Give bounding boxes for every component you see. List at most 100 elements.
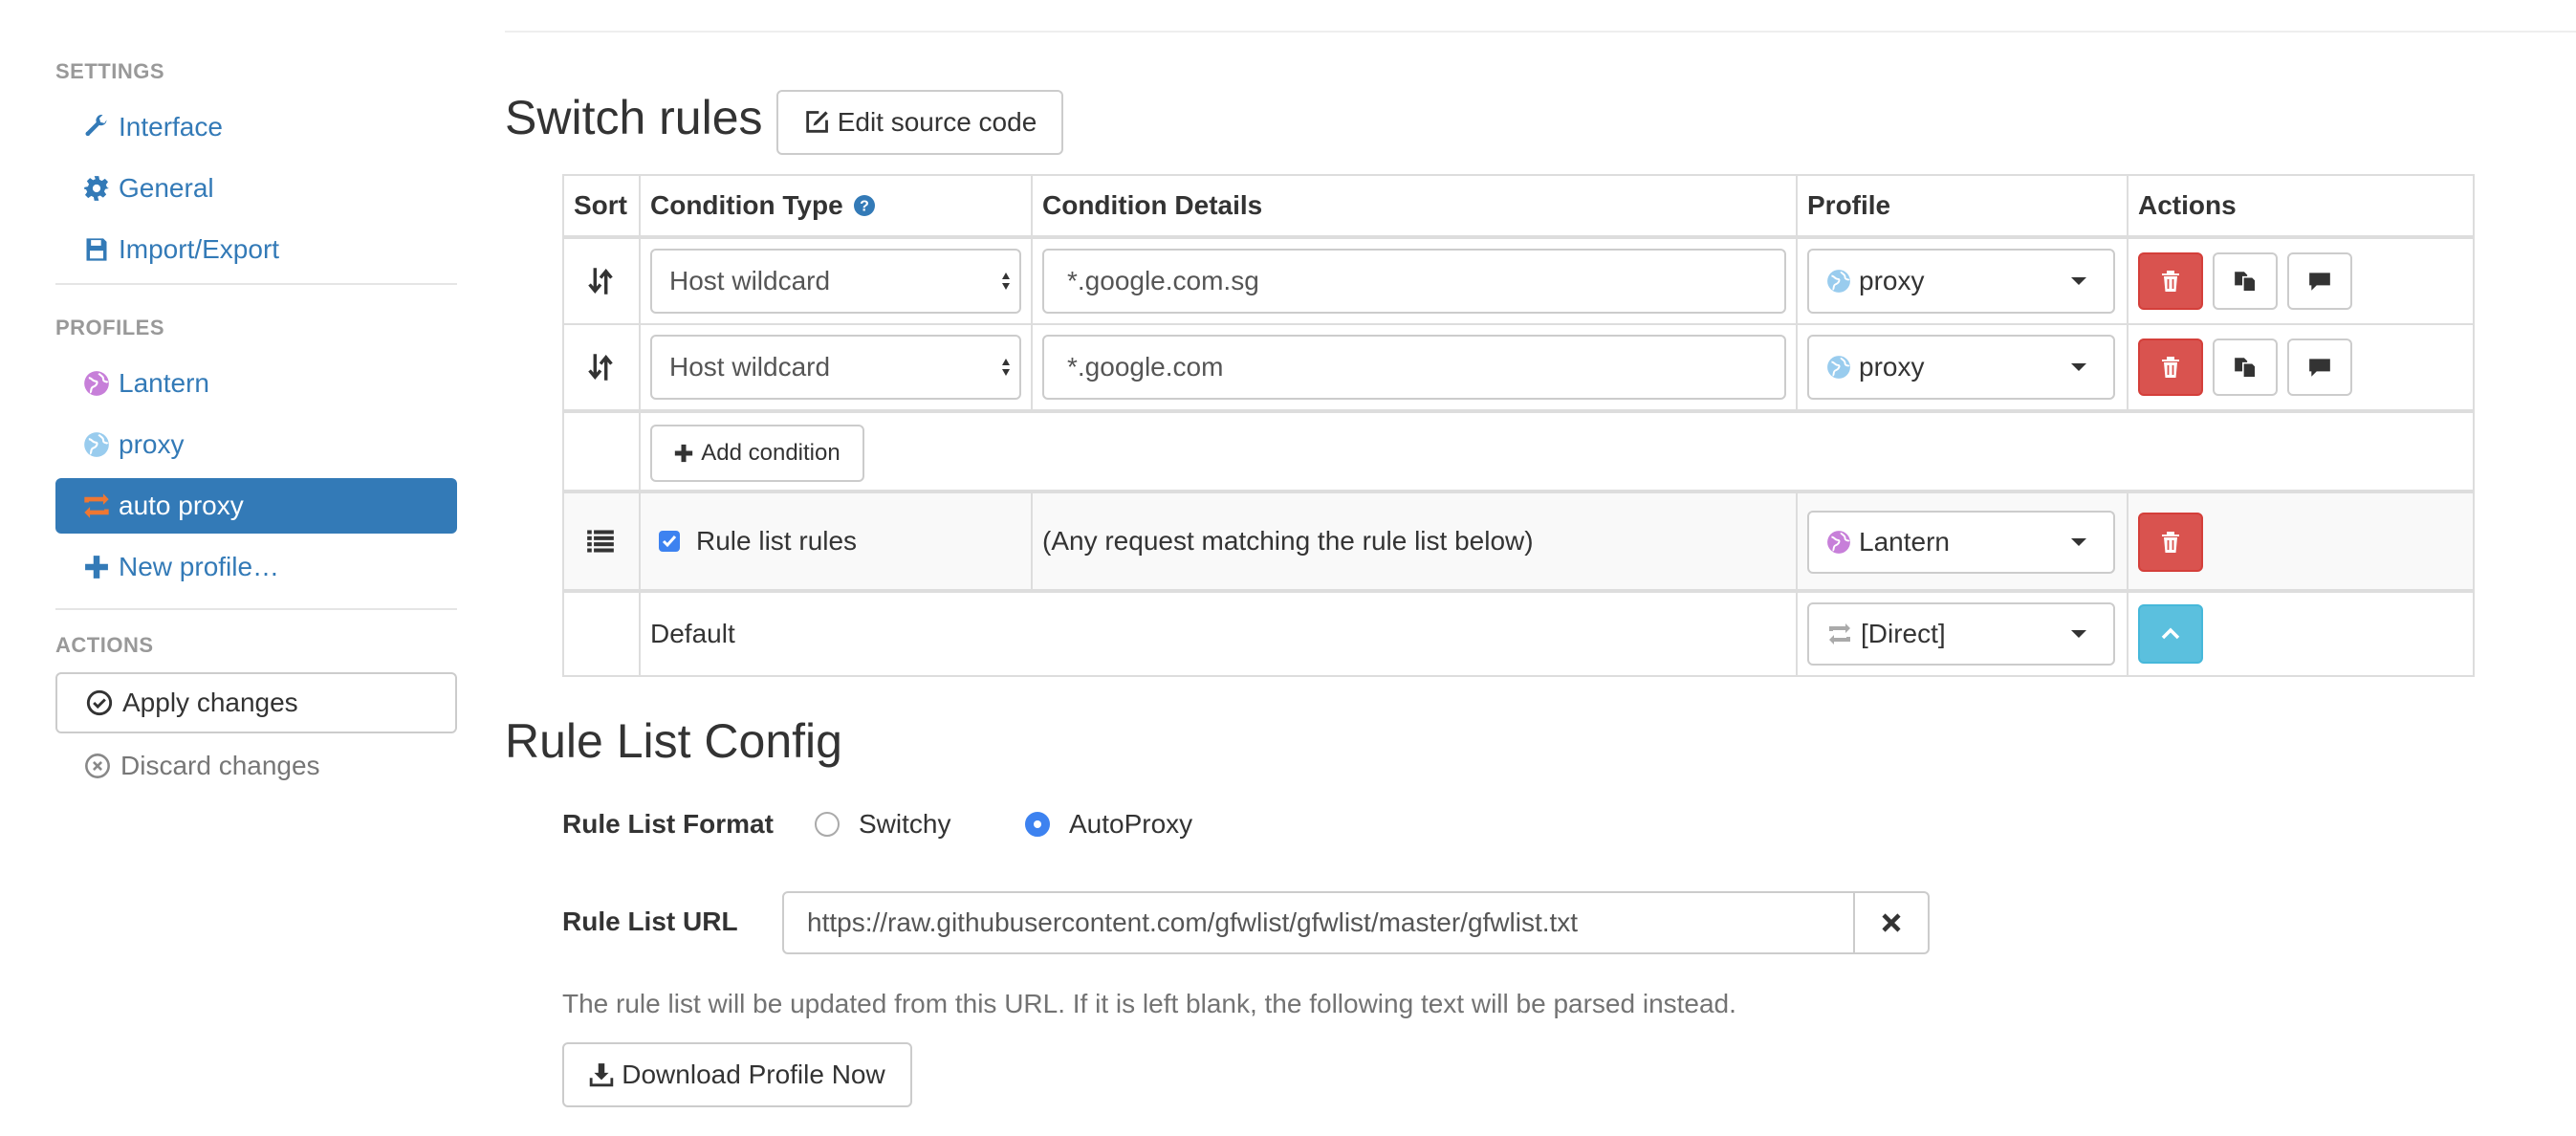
condition-details-input[interactable]: *.google.com.sg xyxy=(1042,249,1786,314)
condition-type-select[interactable]: Host wildcard xyxy=(650,335,1021,400)
sort-handle[interactable] xyxy=(562,325,639,409)
rule-list-help-text: The rule list will be updated from this … xyxy=(562,989,1736,1018)
radio-label: AutoProxy xyxy=(1069,809,1193,839)
switch-icon xyxy=(1826,623,1853,645)
condition-type-select[interactable]: Host wildcard xyxy=(650,249,1021,314)
condition-details-value: *.google.com.sg xyxy=(1067,266,1259,295)
sidebar-item-label: Import/Export xyxy=(119,234,280,264)
top-divider xyxy=(505,31,2576,33)
chevron-down-icon xyxy=(2071,538,2086,546)
column-header-condition-type: Condition Type ? xyxy=(650,174,876,237)
expand-default-button[interactable] xyxy=(2138,604,2203,664)
sidebar-item-import-export[interactable]: Import/Export xyxy=(55,222,457,277)
radio-button[interactable] xyxy=(815,812,840,837)
delete-rule-button[interactable] xyxy=(2138,252,2203,310)
radio-button[interactable] xyxy=(1025,812,1050,837)
clone-rule-button[interactable] xyxy=(2213,252,2278,310)
rule-list-config-title: Rule List Config xyxy=(505,714,842,768)
column-header-actions: Actions xyxy=(2138,190,2237,220)
condition-details-value: *.google.com xyxy=(1067,352,1224,382)
rule-list-details: (Any request matching the rule list belo… xyxy=(1042,526,1534,556)
sort-handle[interactable] xyxy=(562,239,639,323)
edit-source-code-button[interactable]: Edit source code xyxy=(776,90,1063,155)
condition-details-input[interactable]: *.google.com xyxy=(1042,335,1786,400)
table-border xyxy=(562,589,2475,593)
sidebar-item-lantern[interactable]: Lantern xyxy=(55,356,457,411)
discard-changes-button[interactable]: Discard changes xyxy=(55,739,457,793)
close-circle-icon xyxy=(84,753,111,779)
comment-icon xyxy=(2309,273,2330,291)
settings-header: SETTINGS xyxy=(55,59,165,83)
actions-header: ACTIONS xyxy=(55,633,154,657)
close-icon xyxy=(1882,913,1901,932)
rule-list-format-label: Rule List Format xyxy=(562,809,774,839)
rule-list-url-value: https://raw.githubusercontent.com/gfwlis… xyxy=(807,907,1579,937)
select-arrows-icon xyxy=(1002,359,1010,376)
rule-list-url-input[interactable]: https://raw.githubusercontent.com/gfwlis… xyxy=(782,891,1855,954)
default-row-label: Default xyxy=(650,619,735,648)
sidebar-item-label: auto proxy xyxy=(119,491,244,520)
add-condition-button[interactable]: Add condition xyxy=(650,425,864,482)
download-profile-button[interactable]: Download Profile Now xyxy=(562,1042,912,1107)
table-border xyxy=(562,409,2475,413)
radio-switchy[interactable]: Switchy xyxy=(815,809,950,840)
list-icon xyxy=(586,529,615,554)
table-border xyxy=(1796,174,1798,411)
profile-dropdown[interactable]: proxy xyxy=(1807,249,2115,314)
sidebar-item-interface[interactable]: Interface xyxy=(55,99,457,155)
delete-rule-list-button[interactable] xyxy=(2138,513,2203,572)
sidebar-item-label: New profile… xyxy=(119,552,280,581)
sidebar-item-general[interactable]: General xyxy=(55,161,457,216)
switch-rules-title: Switch rules xyxy=(505,91,763,144)
comment-rule-button[interactable] xyxy=(2287,339,2352,396)
rule-list-rules-checkbox-label[interactable]: Rule list rules xyxy=(650,493,857,589)
add-condition-label: Add condition xyxy=(701,440,840,466)
delete-rule-button[interactable] xyxy=(2138,339,2203,396)
check-circle-icon xyxy=(86,689,113,716)
sidebar-item-proxy[interactable]: proxy xyxy=(55,417,457,472)
download-icon xyxy=(589,1062,614,1087)
plus-icon xyxy=(82,555,111,579)
default-profile-dropdown[interactable]: [Direct] xyxy=(1807,602,2115,666)
apply-changes-label: Apply changes xyxy=(122,688,298,717)
trash-icon xyxy=(2162,532,2179,553)
sort-icon xyxy=(587,266,614,296)
table-border xyxy=(639,174,641,677)
table-border xyxy=(2127,174,2128,411)
nav-divider xyxy=(55,608,457,610)
radio-autoproxy[interactable]: AutoProxy xyxy=(1025,809,1192,840)
column-header-sort: Sort xyxy=(574,190,627,220)
chevron-down-icon xyxy=(2071,630,2086,638)
sidebar-item-auto-proxy[interactable]: auto proxy xyxy=(55,478,457,534)
edit-icon xyxy=(803,109,830,136)
profile-value: Lantern xyxy=(1859,527,1950,557)
help-icon[interactable]: ? xyxy=(853,194,876,217)
condition-type-value: Host wildcard xyxy=(669,352,831,382)
edit-source-code-label: Edit source code xyxy=(837,107,1037,137)
globe-icon xyxy=(1826,355,1851,380)
sidebar-item-label: General xyxy=(119,173,214,203)
globe-icon xyxy=(82,431,111,458)
sidebar-item-label: proxy xyxy=(119,429,185,459)
apply-changes-button[interactable]: Apply changes xyxy=(55,672,457,733)
chevron-up-icon xyxy=(2161,627,2180,640)
table-border xyxy=(1796,492,1798,677)
profile-value: [Direct] xyxy=(1861,619,1946,648)
clone-rule-button[interactable] xyxy=(2213,339,2278,396)
copy-icon xyxy=(2235,272,2257,293)
discard-changes-label: Discard changes xyxy=(120,751,320,780)
rule-list-checkbox[interactable] xyxy=(658,530,681,553)
table-border xyxy=(1031,492,1033,591)
table-border xyxy=(1031,174,1033,411)
chevron-down-icon xyxy=(2071,363,2086,371)
sidebar-item-new-profile[interactable]: New profile… xyxy=(55,539,457,595)
comment-icon xyxy=(2309,359,2330,377)
profile-dropdown[interactable]: proxy xyxy=(1807,335,2115,400)
comment-rule-button[interactable] xyxy=(2287,252,2352,310)
profile-dropdown[interactable]: Lantern xyxy=(1807,511,2115,574)
floppy-icon xyxy=(82,236,111,263)
clear-url-button[interactable] xyxy=(1853,891,1930,954)
nav-divider xyxy=(55,283,457,285)
profile-value: proxy xyxy=(1859,266,1925,295)
trash-icon xyxy=(2162,357,2179,378)
